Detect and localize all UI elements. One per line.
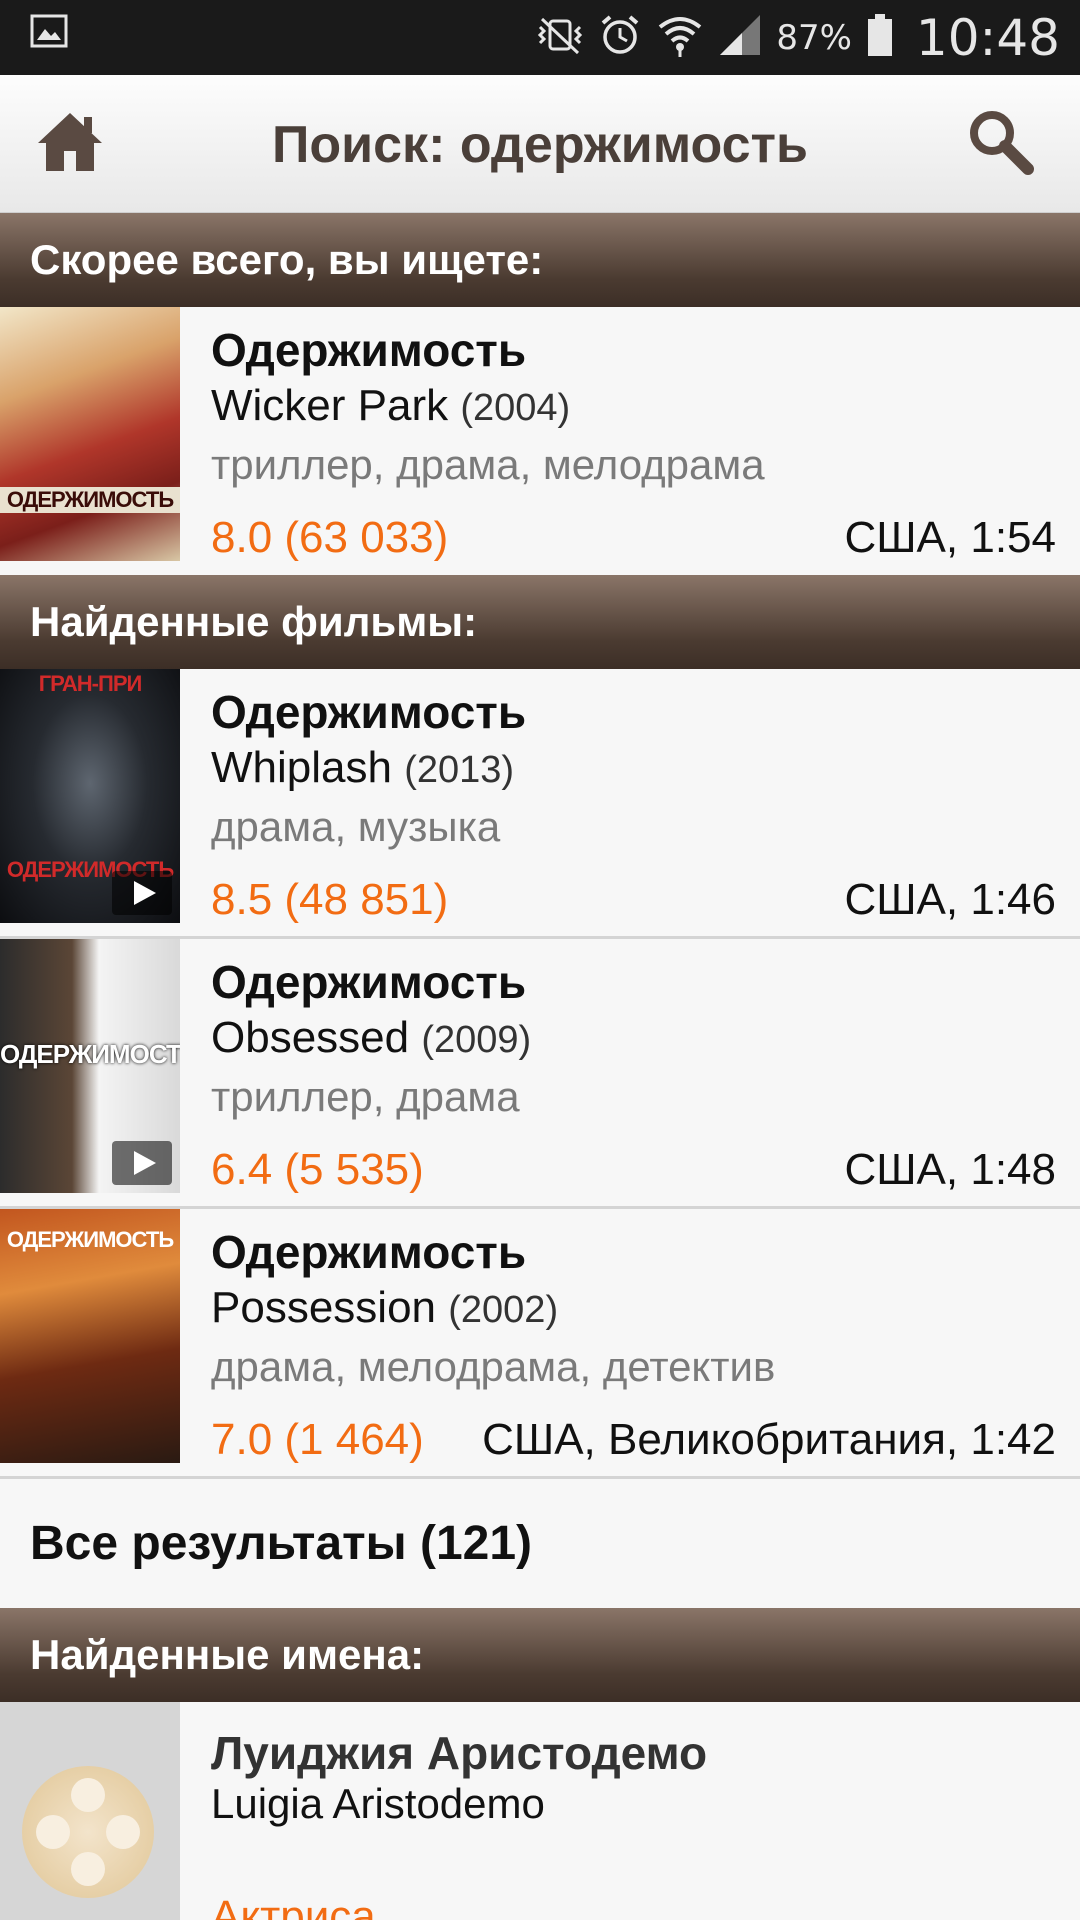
search-icon[interactable] — [964, 105, 1036, 177]
play-icon — [112, 871, 172, 915]
movie-year: (2002) — [448, 1289, 559, 1331]
movie-rating: 8.0 (63 033) — [211, 513, 449, 562]
section-header-names: Найденные имена: — [0, 1608, 1080, 1702]
movie-country-duration: США, Великобритания, 1:42 — [482, 1415, 1056, 1464]
image-icon — [30, 14, 68, 53]
movie-title-orig: Whiplash (2013) — [211, 743, 515, 792]
play-icon — [112, 1141, 172, 1185]
film-row[interactable]: ГРАН-ПРИ ОДЕРЖИМОСТЬ Одержимость Whiplas… — [0, 669, 1080, 939]
movie-genres: драма, мелодрама, детектив — [211, 1343, 776, 1390]
movie-country-duration: США, 1:46 — [844, 875, 1056, 924]
poster-image: ГРАН-ПРИ ОДЕРЖИМОСТЬ — [0, 669, 180, 923]
likely-movie-row[interactable]: ОДЕРЖИМОСТЬ Одержимость Wicker Park (200… — [0, 307, 1080, 577]
person-name-ru: Луиджия Аристодемо — [211, 1727, 708, 1779]
clock: 10:48 — [915, 8, 1060, 67]
person-name-orig: Luigia Aristodemo — [211, 1780, 545, 1827]
status-bar: 87% 10:48 — [0, 0, 1080, 75]
vibrate-mute-icon — [536, 15, 584, 60]
wifi-icon — [656, 13, 704, 62]
person-placeholder-photo — [0, 1702, 180, 1920]
movie-year: (2013) — [404, 749, 515, 791]
movie-title-ru: Одержимость — [211, 956, 527, 1008]
movie-genres: триллер, драма — [211, 1073, 520, 1120]
alarm-icon — [598, 13, 642, 62]
section-header-likely: Скорее всего, вы ищете: — [0, 213, 1080, 307]
person-role: Актриса — [211, 1892, 376, 1920]
movie-title-orig: Obsessed (2009) — [211, 1013, 532, 1062]
poster-image: ОДЕРЖИМОСТЬ — [0, 939, 180, 1193]
all-results-link[interactable]: Все результаты (121) — [0, 1481, 1080, 1607]
signal-icon — [718, 13, 762, 62]
poster-image: ОДЕРЖИМОСТЬ — [0, 307, 180, 561]
poster-image: ОДЕРЖИМОСТЬ — [0, 1209, 180, 1463]
battery-icon — [866, 13, 894, 62]
film-reel-icon — [22, 1766, 154, 1898]
movie-title-ru: Одержимость — [211, 686, 527, 738]
page-title: Поиск: одержимость — [272, 116, 808, 174]
movie-country-duration: США, 1:48 — [844, 1145, 1056, 1194]
movie-genres: триллер, драма, мелодрама — [211, 441, 765, 488]
movie-rating: 7.0 (1 464) — [211, 1415, 424, 1464]
movie-title-ru: Одержимость — [211, 324, 527, 376]
movie-title-ru: Одержимость — [211, 1226, 527, 1278]
section-header-films: Найденные фильмы: — [0, 575, 1080, 669]
movie-title-orig: Possession (2002) — [211, 1283, 559, 1332]
movie-year: (2004) — [460, 387, 571, 429]
movie-rating: 8.5 (48 851) — [211, 875, 449, 924]
movie-country-duration: США, 1:54 — [844, 513, 1056, 562]
movie-title-orig: Wicker Park (2004) — [211, 381, 571, 430]
movie-year: (2009) — [421, 1019, 532, 1061]
person-row[interactable]: Луиджия Аристодемо Luigia Aristodemo Акт… — [0, 1702, 1080, 1920]
battery-percent: 87% — [776, 17, 852, 58]
film-row[interactable]: ОДЕРЖИМОСТЬ Одержимость Possession (2002… — [0, 1209, 1080, 1479]
movie-genres: драма, музыка — [211, 803, 501, 850]
film-row[interactable]: ОДЕРЖИМОСТЬ Одержимость Obsessed (2009) … — [0, 939, 1080, 1209]
movie-rating: 6.4 (5 535) — [211, 1145, 424, 1194]
action-bar: Поиск: одержимость — [0, 75, 1080, 213]
